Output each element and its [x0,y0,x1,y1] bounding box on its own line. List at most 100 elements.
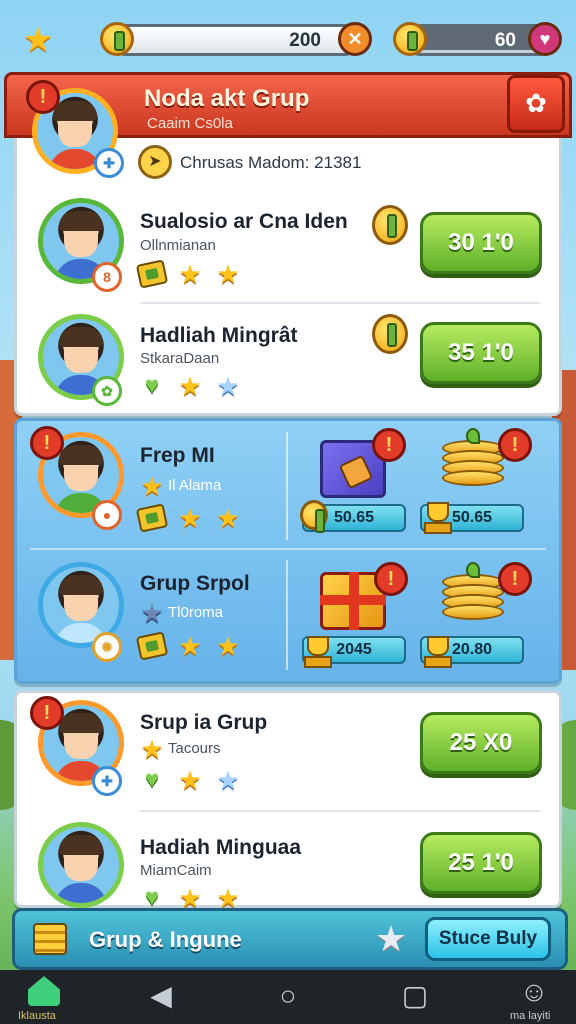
star-icon: ★ [178,259,202,289]
star-icon: ★ [140,471,164,501]
bag-badge-icon: ● [92,500,122,530]
rewards-row: ♥ ★ ★ [138,372,242,400]
recents-icon[interactable]: ▢ [400,978,430,1014]
leaf-badge-icon: ✿ [92,376,122,406]
divider [140,302,540,304]
page-subtitle: Caaim Cs0la [147,115,233,132]
row-subtitle: Ollnmianan [140,237,216,254]
bottom-action-bar: Grup & Ingune ★ Stuce Buly [12,908,568,970]
star-icon: ★ [178,371,202,401]
star-icon[interactable]: ★ [20,22,56,58]
add-currency-1-button[interactable]: ✕ [338,22,372,56]
star-icon: ★ [178,503,202,533]
alert-icon: ! [30,696,64,730]
star-icon: ★ [178,765,202,795]
avatar-hair [59,211,103,231]
sprout-icon [466,562,480,578]
back-icon[interactable]: ◀ [146,978,176,1014]
star-icon: ★ [216,631,240,661]
row-avatar[interactable] [38,822,124,908]
row-title: Hadiah Minguaa [140,836,302,859]
divider [140,810,540,812]
group-title: Grup Srpol [140,572,250,595]
profile-icon[interactable]: ☺ [518,974,550,1010]
rewards-row: ★ ★ [135,631,242,661]
alert-icon: ! [26,80,60,114]
coin-layer [442,604,504,620]
divider [286,432,288,540]
home-icon[interactable] [28,976,60,1006]
avatar-hair [59,713,103,733]
avatar-hair [59,835,103,855]
currency-bar-1: 200 [110,24,360,56]
coin-icon [372,314,408,354]
star-icon: ★ [216,503,240,533]
home-circle-icon[interactable]: ○ [272,978,304,1014]
trophy-icon [424,502,452,534]
ticket-icon [135,503,169,533]
row-title: Hadliah Mingrât [140,324,298,347]
avatar-hair [59,575,103,595]
claim-button[interactable]: 35 1'0 [420,322,542,384]
coin-icon [372,205,408,245]
alert-icon: ! [372,428,406,462]
leaf-coin-icon [393,22,427,56]
rewards-row: ★ ★ [135,259,242,289]
sprout-icon [466,428,480,444]
avatar-hair [59,445,103,465]
star-icon: ★ [216,371,240,401]
claim-button[interactable]: 25 X0 [420,712,542,774]
coin-icon [300,500,328,533]
rewards-row: ★ ★ [135,503,242,533]
coin-icon [100,22,134,56]
coin-stack-icon [33,923,67,955]
trophy-icon [424,636,452,668]
heart-icon: ♥ [144,372,160,399]
row-subtitle: Tacours [168,740,221,757]
coin-layer [442,470,504,486]
header-info: Chrusas Madom: 21381 [180,153,362,172]
divider [286,560,288,670]
shield-badge-icon: ✚ [94,148,124,178]
avatar-hair [59,327,103,347]
bottom-bar-label: Grup & Ingune [89,927,242,952]
row-subtitle: MiamCaim [140,862,212,879]
group-subtitle: Tl0roma [168,604,224,621]
divider [30,548,546,550]
rewards-row: ♥ ★ ★ [138,766,242,794]
star-icon: ★ [140,598,164,628]
menu-button[interactable]: ✿ [507,75,565,133]
bottom-action-button[interactable]: Stuce Buly [425,917,551,961]
group-title: Frep MI [140,444,215,467]
pin-icon: ➤ [138,145,172,179]
alert-icon: ! [30,426,64,460]
profile-label: ma layiti [510,1010,551,1022]
row-title: Sualosio ar Cna Iden [140,210,348,233]
currency-1-value: 200 [289,30,321,51]
ticket-icon [135,259,169,289]
group-subtitle: Il Alama [168,477,222,494]
alert-icon: ! [498,562,532,596]
claim-button[interactable]: 25 1'0 [420,832,542,894]
add-currency-2-button[interactable]: ♥ [528,22,562,56]
star-icon: ★ [178,631,202,661]
top-hud: ★ 200 ✕ 60 ♥ [0,0,576,78]
system-navbar: Iklausta ◀ ○ ▢ ☺ ma layiti [0,970,576,1024]
currency-2-value: 60 [494,30,516,51]
star-icon: ★ [140,734,164,764]
shield-badge-icon: ✚ [92,766,122,796]
row-subtitle: StkaraDaan [140,350,220,367]
heart-icon: ♥ [144,766,160,793]
trophy-icon [304,636,332,668]
star-icon[interactable]: ★ [371,919,411,959]
alert-icon: ! [374,562,408,596]
claim-button[interactable]: 30 1'0 [420,212,542,274]
page-title: Noda akt Grup [144,85,310,112]
home-label: Iklausta [18,1010,56,1022]
gear-badge-icon: ✹ [92,632,122,662]
star-icon: ★ [216,259,240,289]
alert-icon: ! [498,428,532,462]
avatar-hair [53,101,97,121]
rank-badge-icon: 8 [92,262,122,292]
star-icon: ★ [216,765,240,795]
